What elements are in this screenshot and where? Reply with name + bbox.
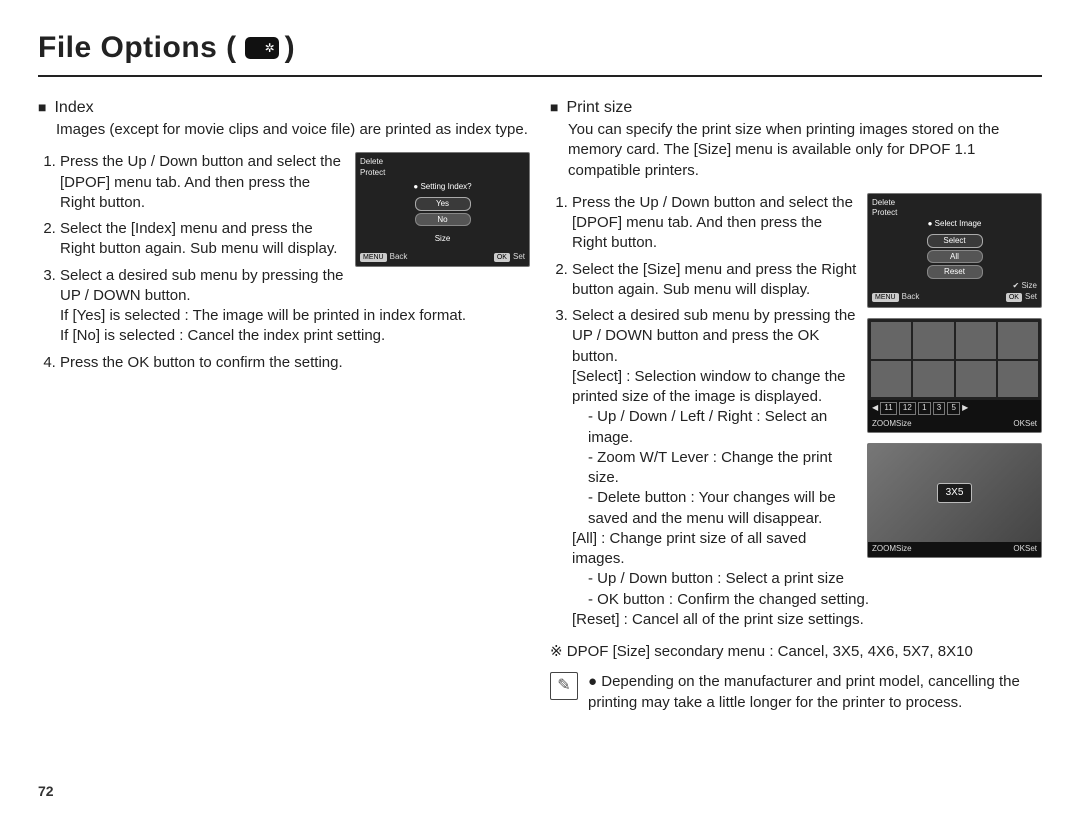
secondary-menu: ※ DPOF [Size] secondary menu : Cancel, 3… [550, 642, 1042, 662]
left-step-4: Press the OK button to confirm the setti… [60, 353, 530, 373]
printsize-intro: You can specify the print size when prin… [568, 120, 1042, 181]
left-yes-line: If [Yes] is selected : The image will be… [60, 306, 530, 326]
camera-screenshot-single: 3X5 ZOOMSize OKSet [867, 443, 1042, 558]
left-step-1: Delete Protect ● Setting Index? Yes No S… [60, 152, 530, 213]
camera-screenshot-thumbnails: ◀ 11 12 1 3 5 ▶ ZOOMSize OKSet [867, 318, 1042, 433]
square-bullet-icon: ■ [550, 98, 558, 117]
cam-set: Set [513, 252, 525, 261]
page-title-row: File Options ( ✲ ) [38, 28, 1042, 77]
cam-back: Back [390, 252, 408, 261]
page-title: File Options ( [38, 28, 237, 69]
all-line-2: - OK button : Confirm the changed settin… [588, 590, 1042, 610]
cam-size: Size [435, 234, 451, 245]
section-title-printsize: Print size [566, 97, 632, 119]
cam-top2: Protect [360, 168, 525, 178]
page-number: 72 [38, 782, 54, 801]
file-options-icon: ✲ [245, 37, 279, 59]
note-bullet: ● [588, 673, 601, 690]
cam-yes: Yes [415, 197, 471, 211]
left-no-line: If [No] is selected : Cancel the index p… [60, 326, 530, 346]
left-step-3: Select a desired sub menu by pressing th… [60, 266, 530, 347]
square-bullet-icon: ■ [38, 98, 46, 117]
note-text: Depending on the manufacturer and print … [588, 673, 1020, 710]
camera-screenshot-size-menu: Delete Protect ● Select Image Select All… [867, 193, 1042, 308]
cam-prompt: ● Setting Index? [413, 182, 471, 193]
left-column: ■ Index Images (except for movie clips a… [38, 97, 530, 713]
all-line-1: - Up / Down button : Select a print size [588, 569, 1042, 589]
note-icon: ✎ [550, 672, 578, 700]
index-intro: Images (except for movie clips and voice… [56, 120, 530, 140]
right-column: ■ Print size You can specify the print s… [550, 97, 1042, 713]
section-title-index: Index [54, 97, 93, 119]
page-title-close: ) [285, 28, 295, 69]
cam-no: No [415, 213, 471, 227]
camera-screenshot-index: Delete Protect ● Setting Index? Yes No S… [355, 152, 530, 267]
cam-top1: Delete [360, 157, 525, 167]
reset-label: [Reset] : Cancel all of the print size s… [572, 610, 1042, 630]
